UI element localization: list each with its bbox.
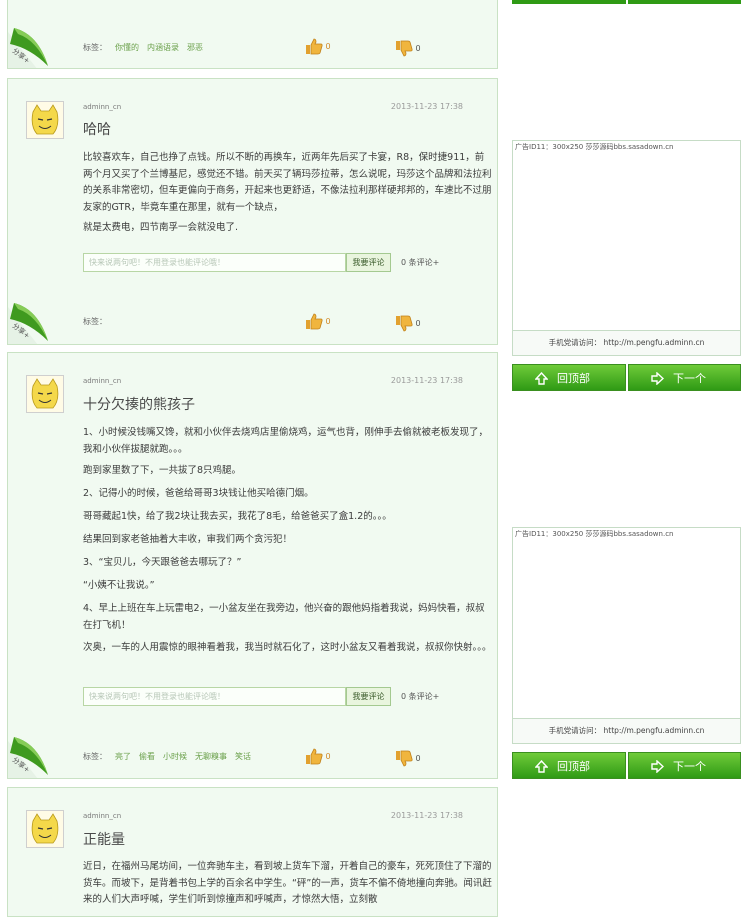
comment-count-link[interactable]: 0 条评论+ — [401, 257, 439, 268]
next-button[interactable]: 下一个 — [628, 752, 741, 779]
tag-link[interactable]: 小时候 — [163, 752, 187, 761]
post-paragraph: “小姨不让我说。” — [83, 580, 155, 591]
post-card: adminn_cn 2013-11-23 17:38 十分欠揍的熊孩子 1、小时… — [7, 352, 498, 779]
post-paragraph: 跑到家里数了下，一共拔了8只鸡腿。 — [83, 465, 242, 476]
back-to-top-button[interactable]: 回顶部 — [512, 364, 626, 391]
post-title[interactable]: 哈哈 — [83, 119, 111, 139]
tag-link[interactable]: 内涵语录 — [147, 43, 179, 52]
post-paragraph: 4、早上上班在车上玩雷电2，一小盆友坐在我旁边，他兴奋的跟他妈指着我说，妈妈快看… — [83, 603, 485, 631]
dislike-count: 0 — [415, 754, 421, 763]
tag-link[interactable]: 笑话 — [235, 752, 251, 761]
like-button[interactable]: 0 — [305, 38, 331, 55]
thumbs-up-icon — [306, 38, 323, 55]
avatar[interactable] — [26, 101, 64, 139]
dislike-button[interactable]: 0 — [395, 750, 421, 767]
thumbs-down-icon — [396, 40, 413, 57]
comment-input[interactable]: 快来说两句吧！不用登录也能评论哦！ — [83, 687, 346, 706]
avatar-face-icon — [27, 811, 63, 847]
arrow-up-icon — [535, 372, 548, 385]
tags-label: 标签： — [83, 317, 107, 326]
thumbs-up-icon — [306, 313, 323, 330]
ad-box[interactable]: 广告ID11：300x250 莎莎源码bbs.sasadown.cn 手机党请访… — [512, 527, 741, 744]
top-nav-bar-fragment — [628, 0, 741, 4]
post-card: adminn_cn 2013-11-23 17:38 哈哈 比较喜欢车，自己也挣… — [7, 78, 498, 345]
mobile-site-link[interactable]: 手机党请访问： http://m.pengfu.adminn.cn — [513, 330, 740, 355]
post-date: 2013-11-23 17:38 — [390, 811, 463, 820]
post-title[interactable]: 正能量 — [83, 829, 125, 849]
post-paragraph: 就是太费电，四节南孚一会就没电了. — [83, 222, 239, 233]
like-count: 0 — [325, 752, 331, 761]
next-label: 下一个 — [673, 760, 706, 773]
post-date: 2013-11-23 17:38 — [390, 102, 463, 111]
author-name[interactable]: adminn_cn — [83, 103, 121, 111]
post-card: 分享+ 标签： 你懂的 内涵语录 邪恶 0 0 — [7, 0, 498, 69]
arrow-up-icon — [535, 760, 548, 773]
comment-input[interactable]: 快来说两句吧！不用登录也能评论哦！ — [83, 253, 346, 272]
dislike-button[interactable]: 0 — [395, 40, 421, 57]
tag-link[interactable]: 你懂的 — [115, 43, 139, 52]
comment-submit-button[interactable]: 我要评论 — [346, 687, 391, 706]
next-label: 下一个 — [673, 372, 706, 385]
tag-link[interactable]: 偷看 — [139, 752, 155, 761]
next-button[interactable]: 下一个 — [628, 364, 741, 391]
thumbs-down-icon — [396, 750, 413, 767]
post-paragraph: 近日，在福州马尾坊间，一位奔驰车主，看到坡上货车下溜，开着自己的豪车，死死顶住了… — [83, 861, 492, 905]
avatar[interactable] — [26, 810, 64, 848]
tag-list: 标签： 亮了 偷看 小时候 无聊糗事 笑话 — [83, 751, 251, 762]
top-nav-bar-fragment — [512, 0, 626, 4]
like-count: 0 — [325, 42, 331, 51]
like-button[interactable]: 0 — [305, 313, 331, 330]
post-paragraph: 次奥，一车的人用震惊的眼神看着我，我当时就石化了，这时小盆友又看着我说，叔叔你快… — [83, 642, 492, 653]
post-paragraph: 哥哥藏起1快，给了我2块让我去买，我花了8毛，给爸爸买了盒1.2的。。。 — [83, 511, 392, 522]
tag-list: 标签： — [83, 316, 107, 327]
back-to-top-label: 回顶部 — [557, 760, 590, 773]
thumbs-down-icon — [396, 315, 413, 332]
post-card: adminn_cn 2013-11-23 17:38 正能量 近日，在福州马尾坊… — [7, 787, 498, 917]
post-paragraph: 1、小时候没钱嘴又馋，就和小伙伴去烧鸡店里偷烧鸡，运气也背，刚伸手去偷就被老板发… — [83, 427, 489, 455]
post-date: 2013-11-23 17:38 — [390, 376, 463, 385]
avatar-face-icon — [27, 376, 63, 412]
ad-label: 广告ID11：300x250 莎莎源码bbs.sasadown.cn — [515, 530, 674, 538]
dislike-count: 0 — [415, 319, 421, 328]
avatar[interactable] — [26, 375, 64, 413]
like-button[interactable]: 0 — [305, 748, 331, 765]
dislike-count: 0 — [415, 44, 421, 53]
tag-list: 标签： 你懂的 内涵语录 邪恶 — [83, 42, 203, 53]
post-paragraph: 结果回到家老爸抽着大丰收，审我们两个贪污犯！ — [83, 534, 293, 545]
mobile-site-link[interactable]: 手机党请访问： http://m.pengfu.adminn.cn — [513, 718, 740, 743]
comment-submit-button[interactable]: 我要评论 — [346, 253, 391, 272]
arrow-right-icon — [651, 760, 664, 773]
post-paragraph: 3、“宝贝儿，今天跟爸爸去哪玩了？” — [83, 557, 242, 568]
post-title[interactable]: 十分欠揍的熊孩子 — [83, 394, 195, 414]
dislike-button[interactable]: 0 — [395, 315, 421, 332]
back-to-top-label: 回顶部 — [557, 372, 590, 385]
tag-link[interactable]: 无聊糗事 — [195, 752, 227, 761]
author-name[interactable]: adminn_cn — [83, 812, 121, 820]
comment-count-link[interactable]: 0 条评论+ — [401, 691, 439, 702]
tag-link[interactable]: 邪恶 — [187, 43, 203, 52]
author-name[interactable]: adminn_cn — [83, 377, 121, 385]
tags-label: 标签： — [83, 43, 107, 52]
post-paragraph: 2、记得小的时候，爸爸给哥哥3块钱让他买哈德门烟。 — [83, 488, 314, 499]
tags-label: 标签： — [83, 752, 107, 761]
ad-label: 广告ID11：300x250 莎莎源码bbs.sasadown.cn — [515, 143, 674, 151]
post-paragraph: 比较喜欢车，自己也挣了点钱。所以不断的再换车，近两年先后买了卡宴，R8，保时捷9… — [83, 152, 492, 213]
like-count: 0 — [325, 317, 331, 326]
thumbs-up-icon — [306, 748, 323, 765]
ad-box[interactable]: 广告ID11：300x250 莎莎源码bbs.sasadown.cn 手机党请访… — [512, 140, 741, 356]
avatar-face-icon — [27, 102, 63, 138]
tag-link[interactable]: 亮了 — [115, 752, 131, 761]
arrow-right-icon — [651, 372, 664, 385]
back-to-top-button[interactable]: 回顶部 — [512, 752, 626, 779]
